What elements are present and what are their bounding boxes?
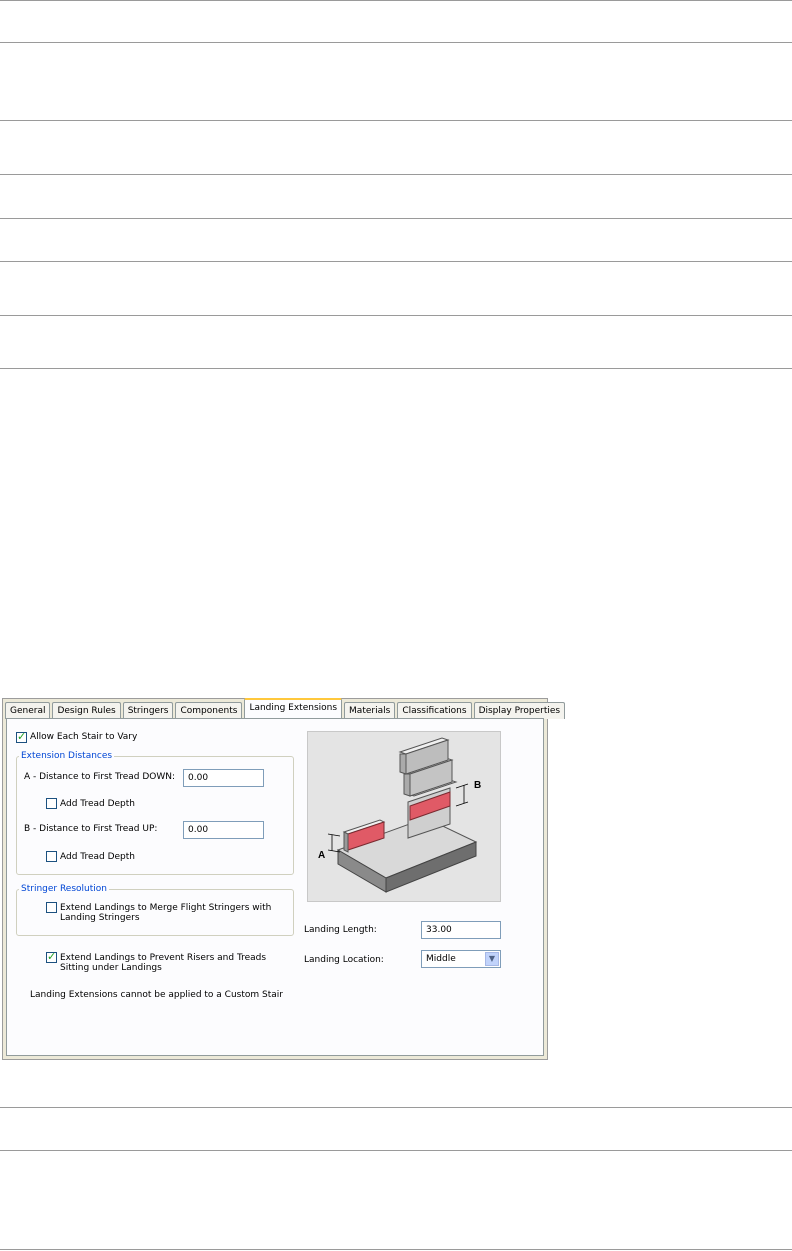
stringer-resolution-legend: Stringer Resolution: [19, 884, 109, 895]
tab-design-rules[interactable]: Design Rules: [52, 702, 121, 719]
tab-components[interactable]: Components: [175, 702, 243, 719]
riser-4: [403, 773, 411, 797]
dim-b-ext1: [455, 783, 469, 789]
add-tread-depth-a-checkbox[interactable]: [46, 798, 57, 809]
tab-stringers[interactable]: Stringers: [122, 702, 174, 719]
dim-b-label: B: [474, 780, 481, 791]
distance-b-input[interactable]: 0.00: [183, 821, 264, 839]
prevent-risers-label-line2: Sitting under Landings: [60, 963, 162, 973]
dim-a-label: A: [318, 850, 325, 861]
merge-stringers-label-line2: Landing Stringers: [60, 913, 140, 923]
dim-b-ext2: [455, 801, 469, 807]
allow-vary-checkbox[interactable]: ✓: [16, 730, 27, 743]
landing-extensions-panel: ✓ Allow Each Stair to Vary Extension Dis…: [6, 718, 544, 1056]
chevron-down-icon[interactable]: ▼: [485, 952, 499, 966]
merge-stringers-checkbox[interactable]: [46, 902, 57, 913]
landing-length-label: Landing Length:: [304, 925, 377, 935]
tab-landing-extensions[interactable]: Landing Extensions: [244, 698, 343, 720]
landing-location-label: Landing Location:: [304, 955, 384, 965]
tab-display-properties[interactable]: Display Properties: [473, 702, 566, 719]
landing-location-select[interactable]: Middle ▼: [421, 950, 501, 968]
add-tread-depth-b-label: Add Tread Depth: [60, 852, 136, 862]
dim-a-ext1: [327, 833, 341, 837]
prevent-risers-checkbox[interactable]: ✓: [46, 950, 57, 963]
landing-length-input[interactable]: 33.00: [421, 921, 501, 939]
distance-b-label: B - Distance to First Tread UP:: [24, 824, 158, 834]
stair-style-dialog: General Design Rules Stringers Component…: [2, 698, 566, 1060]
add-tread-depth-a-label: Add Tread Depth: [60, 799, 136, 809]
distance-a-input[interactable]: 0.00: [183, 769, 264, 787]
check-mark-icon: ✓: [17, 730, 27, 743]
riser-5: [399, 753, 407, 775]
tab-bar: General Design Rules Stringers Component…: [5, 698, 567, 720]
distance-a-label: A - Distance to First Tread DOWN:: [24, 772, 176, 782]
tab-classifications[interactable]: Classifications: [397, 702, 472, 719]
landing-preview-image: B A: [307, 731, 501, 902]
lower-riser: [343, 831, 349, 853]
stair-landing-diagram: B A: [318, 737, 481, 893]
tab-materials[interactable]: Materials: [344, 702, 396, 719]
tab-general[interactable]: General: [5, 702, 51, 719]
add-tread-depth-b-checkbox[interactable]: [46, 851, 57, 862]
custom-stair-note: Landing Extensions cannot be applied to …: [30, 990, 283, 1000]
landing-location-value: Middle: [426, 954, 456, 964]
check-mark-icon: ✓: [47, 950, 57, 963]
allow-vary-label: Allow Each Stair to Vary: [30, 732, 138, 742]
extension-distances-legend: Extension Distances: [19, 751, 115, 762]
